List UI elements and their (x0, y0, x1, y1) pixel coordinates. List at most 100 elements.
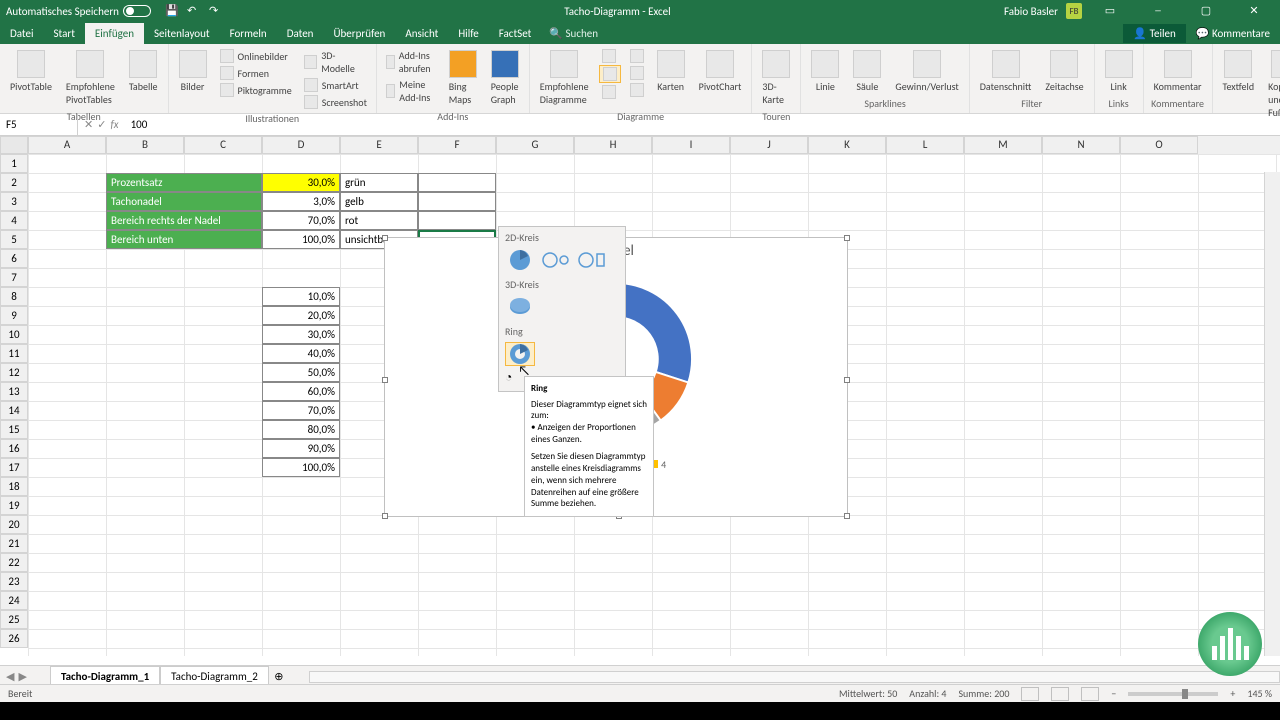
tab-scroll-left-icon[interactable]: ◀ (6, 670, 14, 683)
column-chart-button[interactable] (599, 48, 621, 64)
user-badge[interactable]: FB (1066, 3, 1082, 19)
cell[interactable]: 100,0% (262, 458, 340, 477)
name-box[interactable]: F5 (0, 114, 78, 135)
vertical-scrollbar[interactable] (1264, 172, 1280, 656)
slicer-button[interactable]: Datenschnitt (976, 48, 1036, 95)
row-header-24[interactable]: 24 (0, 591, 28, 610)
row-header-22[interactable]: 22 (0, 553, 28, 572)
row-header-4[interactable]: 4 (0, 211, 28, 230)
fx-icon[interactable]: fx (110, 118, 118, 131)
row-header-8[interactable]: 8 (0, 287, 28, 306)
row-header-7[interactable]: 7 (0, 268, 28, 287)
cell[interactable]: 40,0% (262, 344, 340, 363)
zoom-level[interactable]: 145 % (1247, 687, 1272, 700)
sparkline-column-button[interactable]: Säule (849, 48, 885, 95)
column-header-J[interactable]: J (730, 136, 808, 154)
column-header-F[interactable]: F (418, 136, 496, 154)
row-header-1[interactable]: 1 (0, 154, 28, 173)
get-addins-button[interactable]: Add-Ins abrufen (383, 48, 439, 76)
zoom-in-icon[interactable]: + (1230, 687, 1235, 700)
more-pie-charts-icon[interactable]: ◔ (505, 371, 512, 385)
cell[interactable]: Bereich unten (106, 230, 262, 249)
my-addins-button[interactable]: Meine Add-Ins (383, 77, 439, 105)
tab-formulas[interactable]: Formeln (220, 23, 277, 44)
column-header-A[interactable]: A (28, 136, 106, 154)
column-header-L[interactable]: L (886, 136, 964, 154)
row-header-2[interactable]: 2 (0, 173, 28, 192)
cell[interactable]: 30,0% (262, 325, 340, 344)
close-icon[interactable]: ✕ (1234, 0, 1274, 22)
cell[interactable]: Prozentsatz (106, 173, 262, 192)
row-headers[interactable]: 1234567891011121314151617181920212223242… (0, 154, 28, 648)
redo-icon[interactable]: ↷ (209, 4, 223, 18)
minimize-icon[interactable]: ─ (1138, 0, 1178, 22)
recommended-pivottables-button[interactable]: Empfohlene PivotTables (62, 48, 119, 108)
cell[interactable] (418, 211, 496, 230)
row-header-13[interactable]: 13 (0, 382, 28, 401)
row-header-5[interactable]: 5 (0, 230, 28, 249)
worksheet[interactable]: ABCDEFGHIJKLMNO 123456789101112131415161… (0, 136, 1280, 656)
undo-icon[interactable]: ↶ (187, 4, 201, 18)
3dmodels-button[interactable]: 3D-Modelle (301, 48, 370, 76)
smartart-button[interactable]: SmartArt (301, 77, 370, 93)
comments-button[interactable]: 💬 Kommentare (1186, 24, 1280, 43)
timeline-button[interactable]: Zeitachse (1041, 48, 1087, 95)
table-button[interactable]: Tabelle (125, 48, 162, 95)
area-chart-button[interactable] (627, 65, 647, 81)
horizontal-scrollbar[interactable] (309, 671, 1280, 683)
row-header-12[interactable]: 12 (0, 363, 28, 382)
3dmap-button[interactable]: 3D-Karte (758, 48, 794, 108)
cell[interactable] (418, 192, 496, 211)
cell[interactable]: 60,0% (262, 382, 340, 401)
link-button[interactable]: Link (1101, 48, 1137, 95)
textbox-button[interactable]: Textfeld (1219, 48, 1259, 95)
row-header-18[interactable]: 18 (0, 477, 28, 496)
row-header-16[interactable]: 16 (0, 439, 28, 458)
tab-home[interactable]: Start (44, 23, 85, 44)
comment-button[interactable]: Kommentar (1150, 48, 1206, 95)
cell[interactable] (418, 173, 496, 192)
column-header-K[interactable]: K (808, 136, 886, 154)
cell[interactable]: 10,0% (262, 287, 340, 306)
column-headers[interactable]: ABCDEFGHIJKLMNO (0, 136, 1280, 154)
zoom-out-icon[interactable]: − (1111, 687, 1116, 700)
cell[interactable]: 30,0% (262, 173, 340, 192)
cell[interactable]: 90,0% (262, 439, 340, 458)
row-header-10[interactable]: 10 (0, 325, 28, 344)
people-graph-button[interactable]: People Graph (487, 48, 523, 108)
cell[interactable]: grün (340, 173, 418, 192)
cell[interactable]: 3,0% (262, 192, 340, 211)
user-name[interactable]: Fabio Basler (1004, 5, 1058, 18)
ribbon-options-icon[interactable]: ▭ (1090, 0, 1130, 22)
pie-2d-option[interactable] (505, 248, 535, 272)
screenshot-button[interactable]: Screenshot (301, 94, 370, 110)
row-header-15[interactable]: 15 (0, 420, 28, 439)
column-header-N[interactable]: N (1042, 136, 1120, 154)
row-header-14[interactable]: 14 (0, 401, 28, 420)
recommended-charts-button[interactable]: Empfohlene Diagramme (536, 48, 593, 108)
column-header-O[interactable]: O (1120, 136, 1198, 154)
column-header-H[interactable]: H (574, 136, 652, 154)
column-header-M[interactable]: M (964, 136, 1042, 154)
tab-factset[interactable]: FactSet (489, 23, 542, 44)
bar-of-pie-option[interactable] (577, 248, 607, 272)
cell[interactable]: 70,0% (262, 401, 340, 420)
icons-button[interactable]: Piktogramme (217, 82, 295, 98)
tab-file[interactable]: Datei (0, 23, 44, 44)
row-header-21[interactable]: 21 (0, 534, 28, 553)
header-footer-button[interactable]: Kopf- und Fußzeile (1264, 48, 1280, 121)
cell[interactable]: 50,0% (262, 363, 340, 382)
pivotchart-button[interactable]: PivotChart (695, 48, 746, 95)
autosave-toggle[interactable]: Automatisches Speichern (0, 5, 157, 18)
cell[interactable]: gelb (340, 192, 418, 211)
row-header-23[interactable]: 23 (0, 572, 28, 591)
select-all-corner[interactable] (0, 136, 28, 154)
tab-data[interactable]: Daten (277, 23, 324, 44)
bing-maps-button[interactable]: Bing Maps (445, 48, 481, 108)
cell[interactable]: Bereich rechts der Nadel (106, 211, 262, 230)
maximize-icon[interactable]: ▢ (1186, 0, 1226, 22)
column-header-E[interactable]: E (340, 136, 418, 154)
line-chart-button[interactable] (599, 84, 621, 100)
cell[interactable]: 70,0% (262, 211, 340, 230)
zoom-slider[interactable] (1128, 692, 1218, 696)
